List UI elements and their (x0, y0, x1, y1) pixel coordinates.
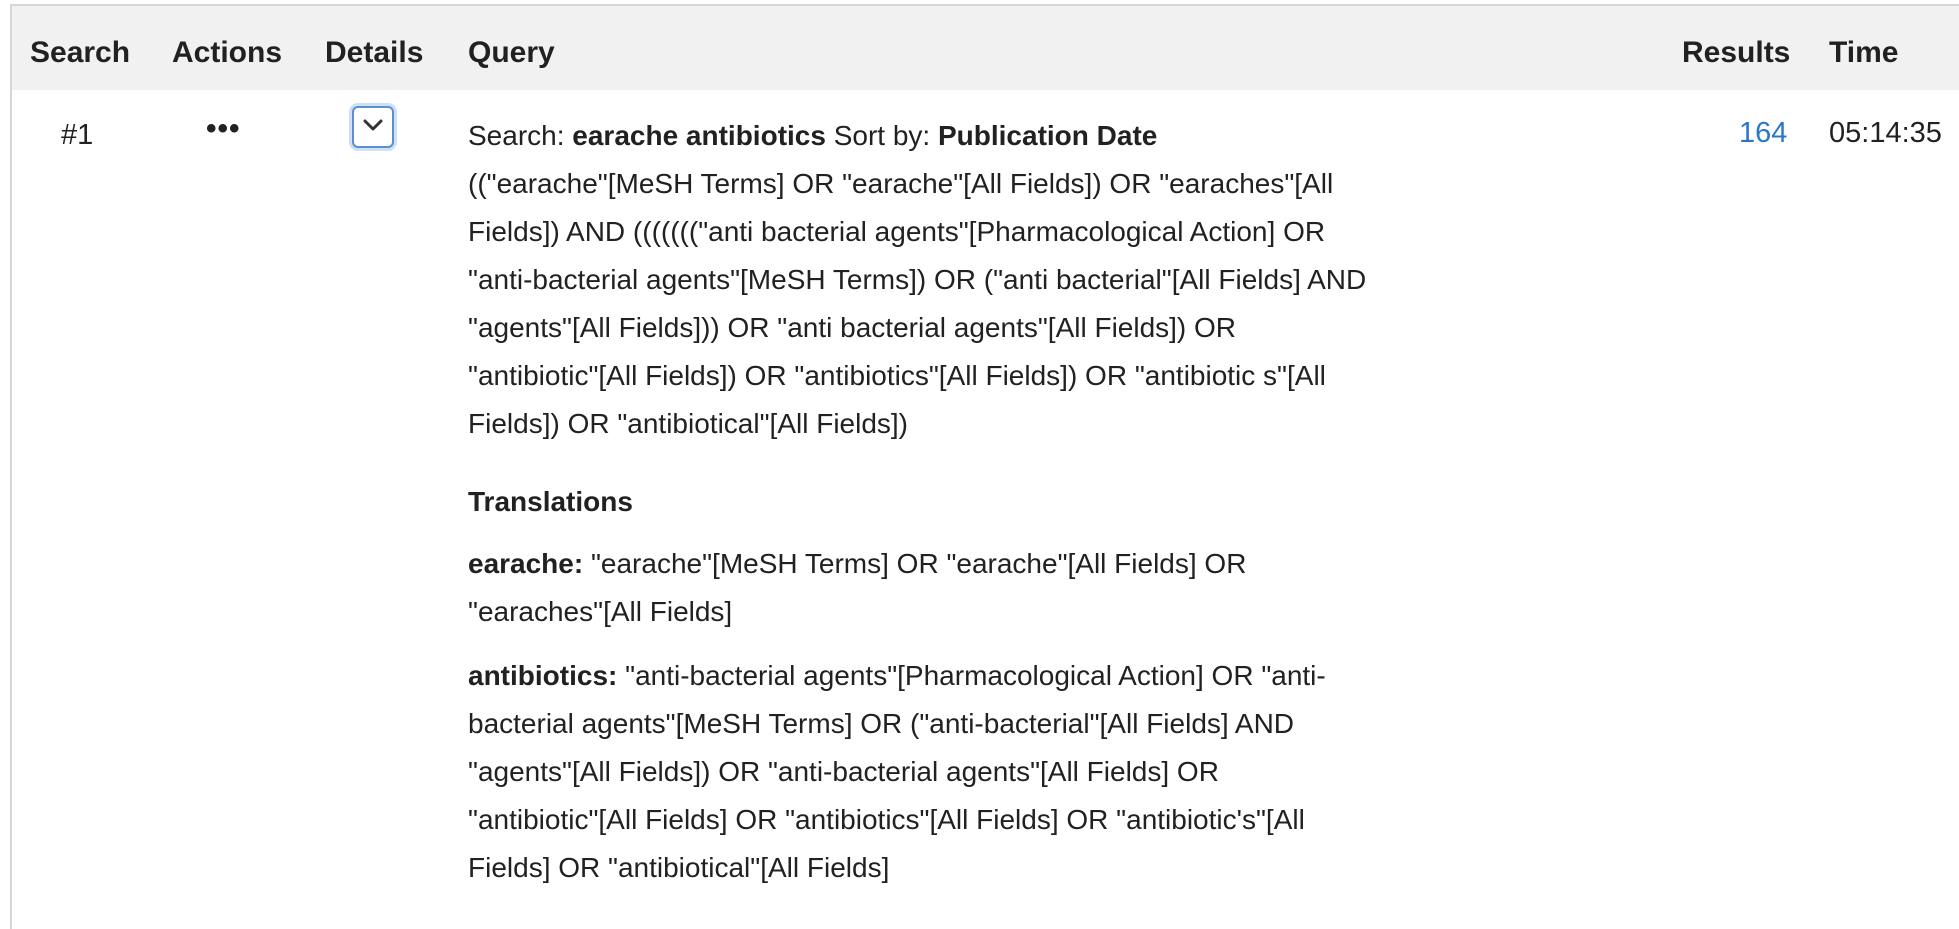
sort-prefix: Sort by: (833, 120, 931, 151)
chevron-down-icon (363, 119, 383, 131)
translation-text: "anti-bacterial agents"[Pharmacological … (625, 660, 1326, 691)
query-details: (("earache"[MeSH Terms] OR "earache"[All… (468, 160, 1508, 448)
header-actions: Actions (172, 36, 283, 69)
translation-line: Fields] OR "antibiotical"[All Fields] (468, 852, 890, 883)
results-count-link[interactable]: 164 (1739, 117, 1787, 150)
translation-line: earache: "earache"[MeSH Terms] OR "earac… (468, 540, 1508, 588)
query-details-line: (("earache"[MeSH Terms] OR "earache"[All… (468, 168, 1334, 199)
query-details-line: "antibiotic"[All Fields]) OR "antibiotic… (468, 360, 1326, 391)
translation-earache: earache: "earache"[MeSH Terms] OR "earac… (468, 540, 1508, 636)
search-prefix: Search: (468, 120, 565, 151)
header-search: Search (30, 36, 131, 69)
translation-term: antibiotics: (468, 660, 618, 691)
query-details-line: Fields]) OR "antibiotical"[All Fields]) (468, 408, 909, 439)
details-toggle-button[interactable] (352, 106, 394, 148)
header-results: Results (1682, 36, 1791, 69)
translation-term: earache: (468, 548, 584, 579)
translation-line: bacterial agents"[MeSH Terms] OR ("anti-… (468, 708, 1295, 739)
translation-line: antibiotics: "anti-bacterial agents"[Pha… (468, 652, 1508, 700)
translations-heading: Translations (468, 486, 633, 517)
header-time: Time (1829, 36, 1899, 69)
search-history-table: Search Actions Details Query Results Tim… (10, 4, 1959, 929)
query-summary: Search: earache antibiotics Sort by: Pub… (468, 112, 1508, 160)
translation-text: "earache"[MeSH Terms] OR "earache"[All F… (590, 548, 1247, 579)
search-terms: earache antibiotics (572, 120, 826, 151)
translation-line: "antibiotic"[All Fields] OR "antibiotics… (468, 804, 1305, 835)
table-header-row: Search Actions Details Query Results Tim… (12, 6, 1959, 90)
query-details-line: "anti-bacterial agents"[MeSH Terms]) OR … (468, 264, 1367, 295)
translation-line: "agents"[All Fields]) OR "anti-bacterial… (468, 756, 1219, 787)
query-cell: Search: earache antibiotics Sort by: Pub… (468, 112, 1508, 892)
translation-antibiotics: antibiotics: "anti-bacterial agents"[Pha… (468, 652, 1508, 892)
actions-menu-button[interactable]: ••• (206, 112, 241, 146)
query-details-line: "agents"[All Fields])) OR "anti bacteria… (468, 312, 1237, 343)
search-number: #1 (61, 119, 94, 151)
sort-value: Publication Date (937, 120, 1158, 151)
translation-line: "earaches"[All Fields] (468, 596, 733, 627)
header-details: Details (325, 36, 424, 69)
query-details-line: Fields]) AND ((((((("anti bacterial agen… (468, 216, 1326, 247)
search-time: 05:14:35 (1829, 117, 1942, 149)
header-query: Query (468, 36, 555, 69)
